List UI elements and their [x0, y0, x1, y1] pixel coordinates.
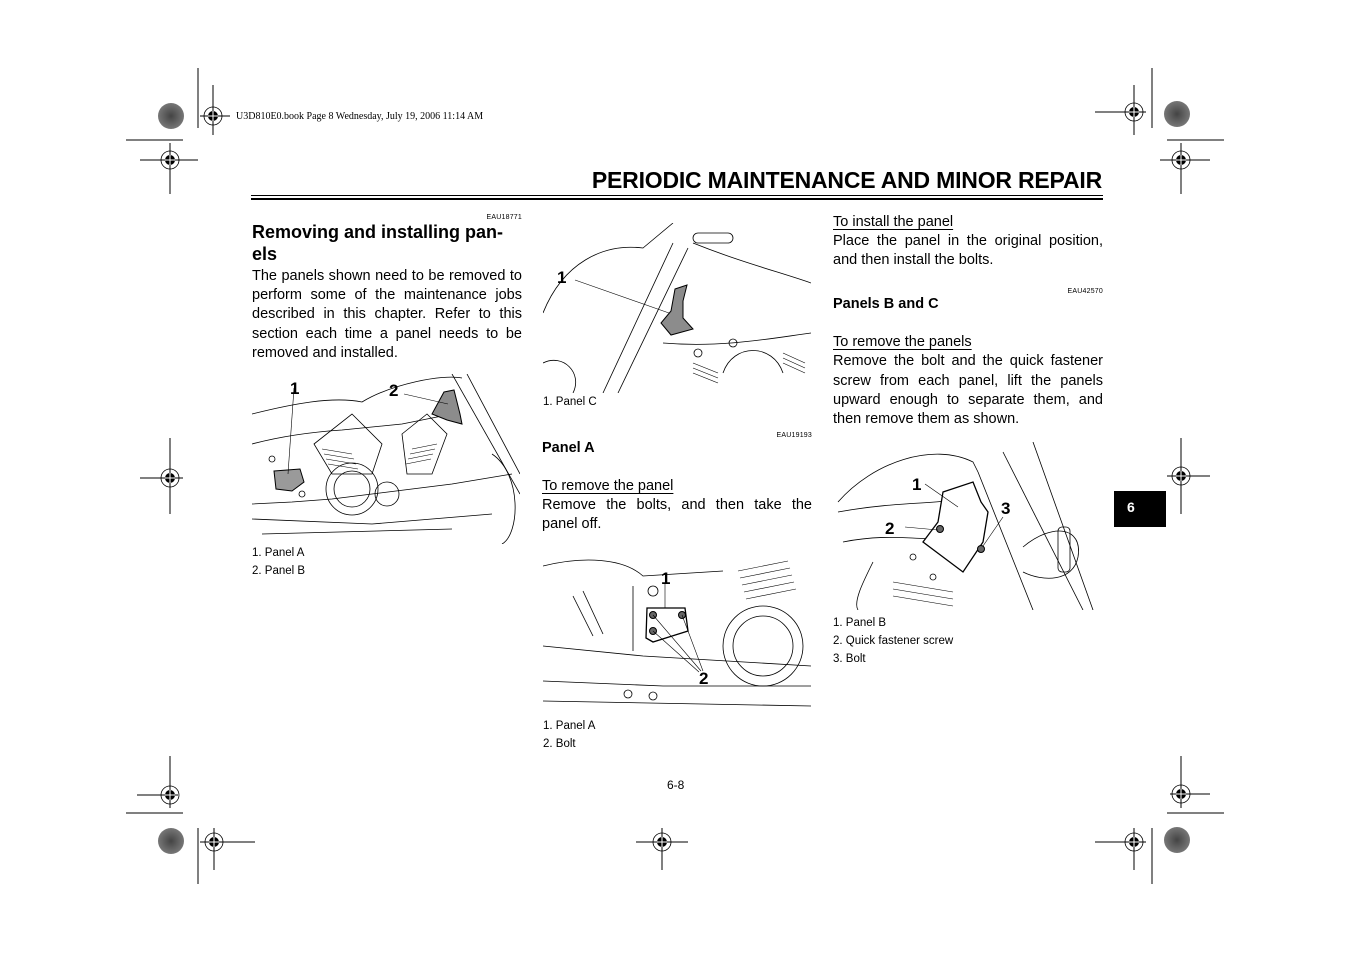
- title-rule-thick: [251, 198, 1103, 200]
- section-heading: Panel A: [542, 440, 595, 456]
- page-number: 6-8: [667, 778, 685, 792]
- page-title: PERIODIC MAINTENANCE AND MINOR REPAIR: [591, 167, 1102, 193]
- callout-1: 1: [290, 379, 299, 398]
- callout-3: 3: [1001, 499, 1010, 518]
- file-header: U3D810E0.book Page 8 Wednesday, July 19,…: [236, 111, 484, 122]
- figure-panel-a-bolts: 1 2: [543, 546, 811, 716]
- section-code: EAU42570: [1067, 288, 1103, 296]
- column-2: EAU19193 Panel A To remove the panel Rem…: [542, 432, 812, 534]
- section-heading: Panels B and C: [833, 296, 939, 313]
- motorcycle-illustration-panel-b: 1 2 3: [837, 442, 1094, 610]
- caption-item: 1. Panel A: [543, 720, 596, 732]
- figure-panel-c: 1: [543, 223, 811, 393]
- remove-instructions: Remove the bolts, and then take the pane…: [542, 497, 812, 533]
- subheading-install: To install the panel: [833, 214, 954, 230]
- chapter-tab: 6: [1114, 491, 1166, 527]
- install-instructions: Place the panel in the original position…: [833, 233, 1103, 269]
- callout-1: 1: [557, 268, 566, 287]
- caption-item: 2. Bolt: [543, 738, 576, 750]
- caption-item: 1. Panel B: [833, 617, 887, 629]
- heading-line-2: els: [252, 244, 278, 264]
- section-code: EAU18771: [486, 214, 522, 221]
- bolt-icon: [977, 545, 985, 553]
- section-body: The panels shown need to be removed to p…: [252, 268, 522, 361]
- column-3: To install the panel Place the panel in …: [833, 213, 1103, 429]
- callout-2: 2: [389, 381, 398, 400]
- figure-panels-b-c: 1 2 3: [833, 442, 1101, 610]
- figure-captions: 1. Panel C: [543, 393, 597, 411]
- panel-a-highlight: [273, 468, 305, 492]
- figure-captions: 1. Panel B 2. Quick fastener screw 3. Bo…: [833, 614, 953, 668]
- motorcycle-illustration-side: 1 2: [252, 374, 520, 544]
- quick-fastener-screw-icon: [936, 525, 944, 533]
- panel-b-outline: [922, 481, 989, 573]
- heading-line-1: Removing and installing pan-: [252, 222, 504, 242]
- subheading-remove: To remove the panel: [542, 478, 674, 494]
- caption-item: 1. Panel C: [543, 396, 597, 408]
- panel-b-highlight: [431, 389, 463, 425]
- figure-captions: 1. Panel A 2. Panel B: [252, 544, 305, 580]
- figure-captions: 1. Panel A 2. Bolt: [543, 717, 595, 753]
- section-heading: Removing and installing pan- els: [252, 221, 522, 265]
- motorcycle-illustration-panel-a: 1 2: [543, 559, 811, 707]
- callout-2: 2: [885, 519, 894, 538]
- figure-panels-a-b: 1 2: [252, 374, 520, 544]
- panel-c-highlight: [660, 284, 694, 336]
- caption-item: 2. Panel B: [252, 565, 306, 577]
- caption-item: 1. Panel A: [252, 547, 305, 559]
- motorcycle-illustration-front: 1: [543, 223, 811, 393]
- section-code: EAU19193: [776, 432, 812, 439]
- callout-2: 2: [699, 669, 708, 688]
- caption-item: 2. Quick fastener screw: [833, 635, 954, 647]
- remove-instructions: Remove the bolt and the quick fastener s…: [833, 353, 1103, 428]
- callout-1: 1: [661, 569, 670, 588]
- subheading-remove: To remove the panels: [833, 334, 972, 351]
- column-1: EAU18771 Removing and installing pan- el…: [252, 214, 522, 363]
- chapter-tab-number: 6: [1127, 499, 1135, 515]
- title-rule-thin: [251, 195, 1103, 196]
- caption-item: 3. Bolt: [833, 653, 866, 665]
- callout-1: 1: [912, 475, 921, 494]
